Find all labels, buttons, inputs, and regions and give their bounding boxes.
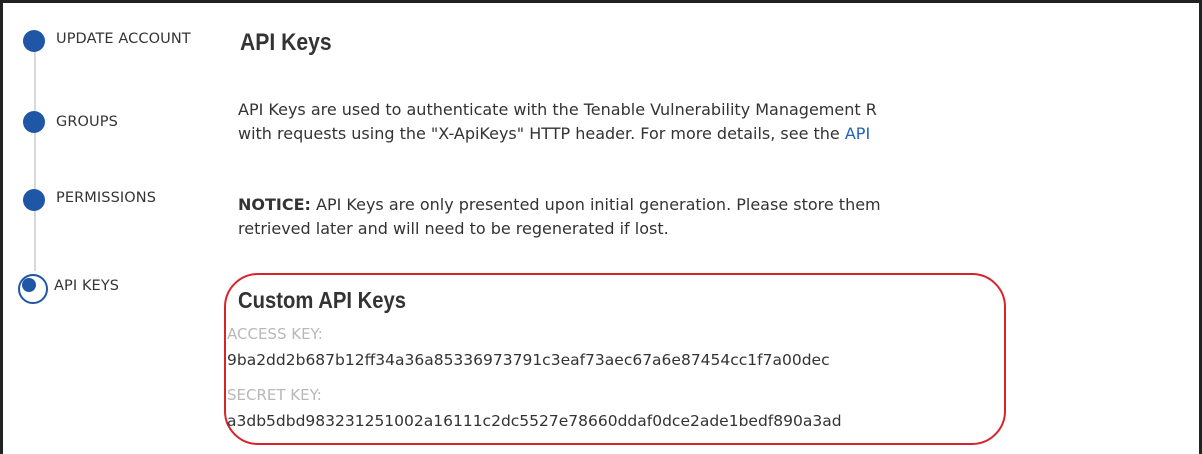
settings-stepper: UPDATE ACCOUNT GROUPS PERMISSIONS API KE…	[3, 3, 218, 454]
notice-text: API Keys are only presented upon initial…	[310, 195, 881, 214]
step-api-keys[interactable]: API KEYS	[18, 274, 119, 304]
step-groups[interactable]: GROUPS	[23, 111, 118, 133]
description-text: API Keys are used to authenticate with t…	[238, 100, 877, 119]
step-dot-icon	[23, 189, 45, 211]
step-dot-icon	[23, 30, 45, 52]
notice-line-1: NOTICE: API Keys are only presented upon…	[238, 193, 1199, 217]
api-docs-link[interactable]: API	[845, 124, 870, 143]
description-text: with requests using the "X-ApiKeys" HTTP…	[238, 124, 845, 143]
account-settings-panel: UPDATE ACCOUNT GROUPS PERMISSIONS API KE…	[0, 0, 1202, 454]
page-title: API Keys	[240, 29, 332, 56]
access-key-value[interactable]: 9ba2dd2b687b12ff34a36a85336973791c3eaf73…	[227, 351, 830, 369]
description-line-1: API Keys are used to authenticate with t…	[238, 98, 1199, 122]
secret-key-label: SECRET KEY:	[227, 386, 322, 404]
step-label: PERMISSIONS	[56, 190, 157, 206]
step-permissions[interactable]: PERMISSIONS	[23, 189, 156, 211]
step-label: GROUPS	[56, 114, 118, 130]
step-label: UPDATE ACCOUNT	[56, 31, 191, 47]
notice-label: NOTICE:	[238, 195, 311, 214]
access-key-label: ACCESS KEY:	[227, 325, 323, 343]
stepper-line	[34, 43, 36, 271]
step-dot-icon	[23, 111, 45, 133]
secret-key-value[interactable]: a3db5dbd983231251002a16111c2dc5527e78660…	[227, 412, 842, 430]
step-label: API KEYS	[54, 278, 120, 294]
notice-line-2: retrieved later and will need to be rege…	[238, 217, 1199, 241]
custom-keys-title: Custom API Keys	[238, 287, 406, 313]
step-active-dot-icon	[18, 274, 48, 304]
step-update-account[interactable]: UPDATE ACCOUNT	[23, 30, 191, 52]
notice-text: retrieved later and will need to be rege…	[238, 219, 669, 238]
description-line-2: with requests using the "X-ApiKeys" HTTP…	[238, 122, 1199, 146]
